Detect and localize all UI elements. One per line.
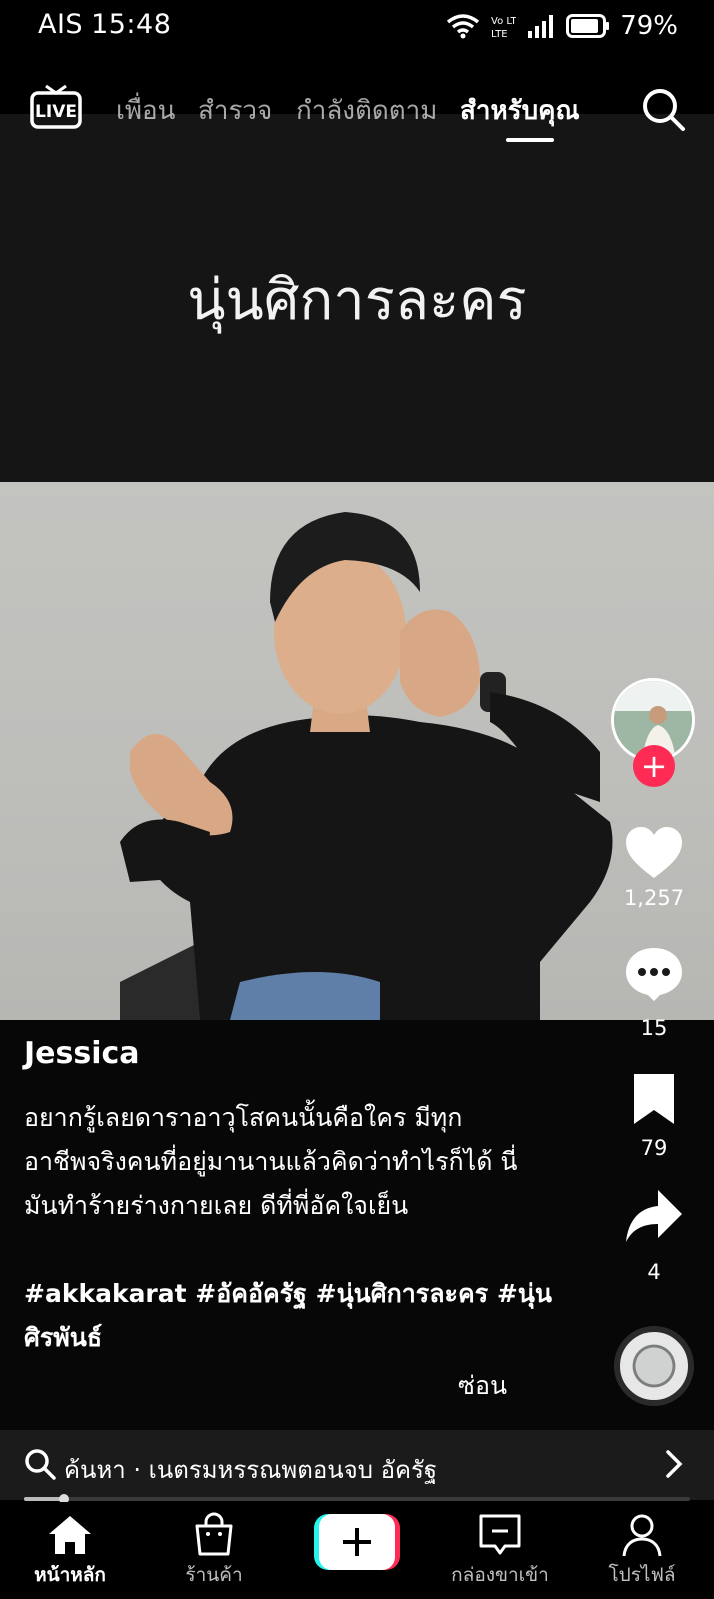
- search-icon[interactable]: [640, 86, 686, 132]
- search-suggestion-bar[interactable]: ค้นหา · เนตรมหรรณพตอนจบ อัครัฐ: [0, 1430, 714, 1500]
- caption-hashtags[interactable]: #akkakarat #อัคอัครัฐ #นุ่นศิการละคร #นุ…: [24, 1272, 554, 1360]
- home-icon: [49, 1516, 91, 1554]
- hide-caption-link[interactable]: ซ่อน: [458, 1366, 507, 1406]
- comment-count: 15: [640, 1016, 668, 1040]
- nav-shop-label: ร้านค้า: [185, 1564, 243, 1586]
- creator-username[interactable]: Jessica: [24, 1036, 140, 1071]
- svg-text:LTE: LTE: [491, 29, 508, 39]
- follow-plus-button[interactable]: +: [633, 745, 675, 787]
- shopping-bag-icon: [195, 1512, 233, 1556]
- video-person-image: ี: [120, 512, 613, 1020]
- nav-home[interactable]: หน้าหลัก: [10, 1512, 130, 1590]
- inbox-icon: [479, 1514, 521, 1555]
- clock: 15:48: [91, 9, 172, 40]
- video-progress-bar[interactable]: [24, 1494, 690, 1504]
- like-count: 1,257: [623, 886, 685, 910]
- share-button[interactable]: 4: [614, 1188, 694, 1284]
- nav-shop[interactable]: ร้านค้า: [154, 1512, 274, 1590]
- share-icon: [626, 1190, 682, 1242]
- battery-icon: [566, 14, 610, 38]
- active-tab-indicator: [506, 138, 554, 142]
- tab-friends[interactable]: เพื่อน: [116, 90, 175, 131]
- nav-profile-label: โปรไฟล์: [608, 1564, 676, 1586]
- save-button[interactable]: 79: [614, 1072, 694, 1160]
- tab-following[interactable]: กำลังติดตาม: [296, 90, 437, 131]
- nav-home-label: หน้าหลัก: [34, 1564, 106, 1586]
- save-count: 79: [640, 1136, 668, 1160]
- comment-button[interactable]: 15: [614, 946, 694, 1040]
- like-button[interactable]: 1,257: [614, 826, 694, 910]
- tab-explore[interactable]: สำรวจ: [198, 90, 272, 131]
- status-left: AIS 15:48: [38, 9, 179, 40]
- share-count: 4: [647, 1260, 661, 1284]
- nav-inbox-label: กล่องขาเข้า: [451, 1564, 549, 1586]
- bookmark-icon: [634, 1074, 674, 1124]
- tab-for-you[interactable]: สำหรับคุณ: [460, 90, 580, 131]
- heart-icon: [626, 827, 682, 878]
- caption-text: อยากรู้เลยดาราอาวุโสคนนั้นคือใคร มีทุกอา…: [24, 1103, 518, 1220]
- create-button[interactable]: [314, 1514, 400, 1570]
- top-nav: LIVE เพื่อน สำรวจ กำลังติดตาม สำหรับคุณ: [0, 80, 714, 142]
- svg-text:Vo LTE: Vo LTE: [491, 16, 516, 27]
- suggest-search-icon: [25, 1449, 56, 1480]
- video-overlay-title: นุ่นศิการละคร: [187, 268, 527, 333]
- live-icon[interactable]: LIVE: [30, 84, 82, 130]
- status-bar: AIS15:48 Vo LTE LTE: [0, 0, 714, 52]
- nav-inbox[interactable]: กล่องขาเข้า: [440, 1512, 560, 1590]
- music-disc-icon[interactable]: [614, 1326, 694, 1406]
- carrier-label: AIS: [38, 9, 84, 40]
- comment-icon: [626, 948, 682, 1001]
- status-right: Vo LTE LTE 79%: [446, 11, 678, 41]
- video-progress-fill: [24, 1497, 64, 1501]
- video-frame[interactable]: ี: [0, 482, 714, 1020]
- search-suggestion-text: ค้นหา · เนตรมหรรณพตอนจบ อัครัฐ: [64, 1456, 438, 1484]
- svg-text:LIVE: LIVE: [35, 102, 77, 122]
- chevron-right-icon: [666, 1450, 683, 1478]
- volte-icon: Vo LTE LTE: [491, 16, 516, 39]
- battery-percent: 79%: [620, 11, 678, 41]
- profile-icon: [622, 1514, 662, 1557]
- wifi-icon: [447, 14, 480, 39]
- bottom-nav: หน้าหลัก ร้านค้า กล่องขาเข้า โปรไฟล์: [0, 1502, 714, 1599]
- nav-profile[interactable]: โปรไฟล์: [582, 1512, 702, 1590]
- screen: นุ่นศิการละคร ี: [0, 0, 714, 1599]
- signal-icon: [528, 15, 554, 38]
